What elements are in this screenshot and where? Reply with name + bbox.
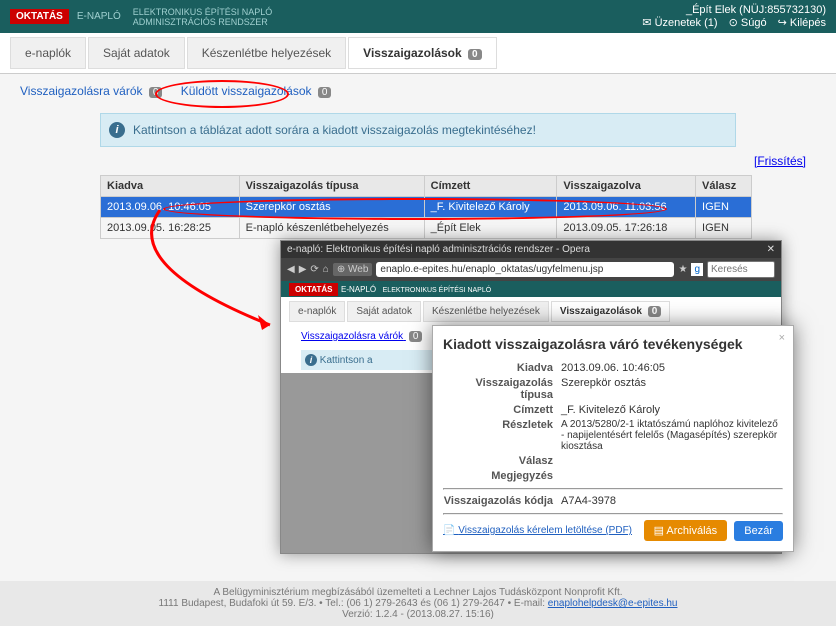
close-button[interactable]: Bezár xyxy=(734,521,783,541)
messages-link[interactable]: ✉ Üzenetek (1) xyxy=(642,17,717,29)
tab-visszaig-label: Visszaigazolások xyxy=(363,46,462,60)
th-valasz[interactable]: Válasz xyxy=(696,176,752,197)
th-cimzett[interactable]: Címzett xyxy=(424,176,557,197)
th-visszaig[interactable]: Visszaigazolva xyxy=(557,176,696,197)
footer: A Belügyminisztérium megbízásából üzemel… xyxy=(0,581,836,626)
modal-kod: A7A4-3978 xyxy=(561,495,783,507)
modal-cimzett: _F. Kivitelező Károly xyxy=(561,404,783,416)
modal-tipus: Szerepkör osztás xyxy=(561,377,783,401)
info-text: Kattintson a táblázat adott sorára a kia… xyxy=(133,123,536,137)
ptab-keszen[interactable]: Készenlétbe helyezések xyxy=(423,301,549,322)
help-link[interactable]: ⊙ Súgó xyxy=(729,17,767,29)
ptab-enaplok[interactable]: e-naplók xyxy=(289,301,345,322)
user-label: _Épít Elek (NÜJ:855732130) xyxy=(634,4,826,16)
pdf-link[interactable]: 📄 Visszaigazolás kérelem letöltése (PDF) xyxy=(443,525,632,536)
tab-visszaig-badge: 0 xyxy=(468,49,482,60)
url-bar[interactable]: enaplo.e-epites.hu/enaplo_oktatas/ugyfel… xyxy=(376,262,674,277)
modal-title: Kiadott visszaigazolásra váró tevékenysé… xyxy=(443,336,783,352)
tab-visszaigazolasok[interactable]: Visszaigazolások 0 xyxy=(348,37,496,69)
search-input[interactable] xyxy=(707,261,775,278)
popup-close-icon[interactable]: ✕ xyxy=(767,244,775,255)
th-tipus[interactable]: Visszaigazolás típusa xyxy=(239,176,424,197)
modal-close-icon[interactable]: × xyxy=(779,332,785,344)
data-table: Kiadva Visszaigazolás típusa Címzett Vis… xyxy=(100,175,752,239)
header-subtitle2: ADMINISZTRÁCIÓS RENDSZER xyxy=(133,17,273,27)
popup-titlebar: e-napló: Elektronikus építési napló admi… xyxy=(281,241,781,258)
table-row[interactable]: 2013.09.06. 10:46:05Szerepkör osztás_F. … xyxy=(101,197,752,218)
footer-email[interactable]: enaplohelpdesk@e-epites.hu xyxy=(548,598,678,609)
ptab-sajat[interactable]: Saját adatok xyxy=(347,301,421,322)
fwd-icon[interactable]: ▶ xyxy=(299,264,307,275)
subtabs: Visszaigazolásra várók 0 Küldött visszai… xyxy=(0,74,836,108)
tab-enaplok[interactable]: e-naplók xyxy=(10,37,86,69)
subtab-kuldott[interactable]: Küldött visszaigazolások 0 xyxy=(181,84,332,98)
logo-badge: OKTATÁS xyxy=(10,9,69,24)
subtab-varok[interactable]: Visszaigazolásra várók 0 xyxy=(20,84,166,98)
header-subtitle1: ELEKTRONIKUS ÉPÍTÉSI NAPLÓ xyxy=(133,7,273,17)
modal-kiadva: 2013.09.06. 10:46:05 xyxy=(561,362,783,374)
modal-dialog: × Kiadott visszaigazolásra váró tevékeny… xyxy=(432,325,794,552)
reload-icon[interactable]: ⟳ xyxy=(310,264,318,275)
archive-button[interactable]: ▤ Archiválás xyxy=(644,520,728,541)
th-kiadva[interactable]: Kiadva xyxy=(101,176,240,197)
ptab-vissza[interactable]: Visszaigazolások 0 xyxy=(551,301,670,322)
logo-suffix: E-NAPLÓ xyxy=(77,11,121,22)
tab-keszenlet[interactable]: Készenlétbe helyezések xyxy=(187,37,346,69)
refresh-link[interactable]: [Frissítés] xyxy=(754,154,806,168)
tab-sajat[interactable]: Saját adatok xyxy=(88,37,185,69)
app-header: OKTATÁS E-NAPLÓ ELEKTRONIKUS ÉPÍTÉSI NAP… xyxy=(0,0,836,33)
home-icon[interactable]: ⌂ xyxy=(323,264,329,275)
psub-varok[interactable]: Visszaigazolásra várók 0 xyxy=(301,331,422,342)
info-icon: i xyxy=(109,122,125,138)
popup-toolbar: ◀ ▶ ⟳ ⌂ ⊕ Web enaplo.e-epites.hu/enaplo_… xyxy=(281,258,781,281)
modal-reszletek: A 2013/5280/2-1 iktatószámú naplóhoz kiv… xyxy=(561,419,783,452)
main-tabs: e-naplók Saját adatok Készenlétbe helyez… xyxy=(0,33,836,74)
popup-inner-header: OKTATÁS E-NAPLÓ ELEKTRONIKUS ÉPÍTÉSI NAP… xyxy=(281,281,781,297)
info-bar: i Kattintson a táblázat adott sorára a k… xyxy=(100,113,736,147)
logout-link[interactable]: ↪ Kilépés xyxy=(778,17,826,29)
back-icon[interactable]: ◀ xyxy=(287,264,295,275)
table-row[interactable]: 2013.09.05. 16:28:25E-napló készenlétbeh… xyxy=(101,218,752,239)
